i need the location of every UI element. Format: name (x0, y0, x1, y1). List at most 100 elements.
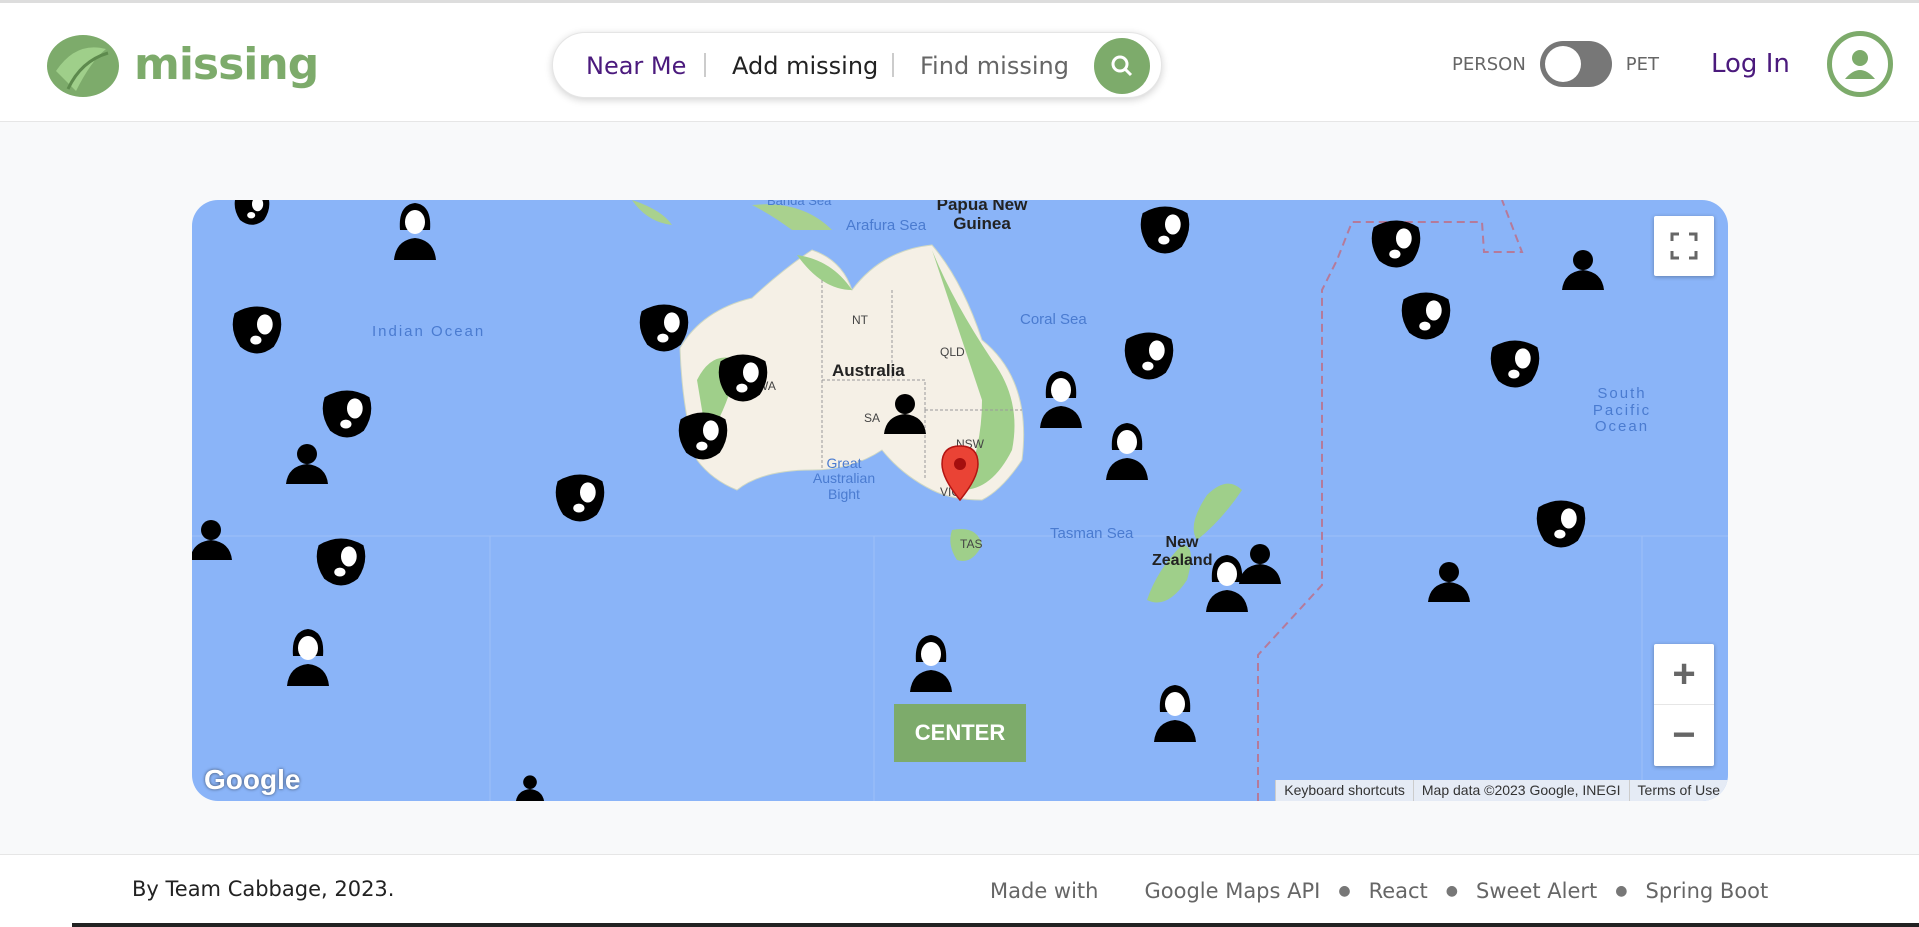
tech-google-maps[interactable]: Google Maps API (1144, 879, 1320, 903)
woman-icon (1040, 371, 1082, 428)
person-marker[interactable] (392, 200, 438, 267)
sa-label: SA (864, 411, 881, 425)
person-marker[interactable] (1038, 368, 1084, 435)
tech-react[interactable]: React (1369, 879, 1428, 903)
pet-marker[interactable] (712, 350, 774, 411)
dog-icon (718, 354, 768, 402)
footer-credit: By Team Cabbage, 2023. (132, 877, 395, 901)
person-marker[interactable] (1104, 420, 1150, 487)
pet-marker[interactable] (310, 534, 372, 595)
tech-spring-boot[interactable]: Spring Boot (1645, 879, 1768, 903)
great-australian-bight-label: Great Australian Bight (812, 455, 876, 502)
pet-marker[interactable] (226, 302, 288, 363)
banda-sea-label: Banda Sea (767, 200, 832, 208)
person-marker[interactable] (1152, 682, 1198, 749)
login-link[interactable]: Log In (1711, 49, 1790, 79)
man-icon (1239, 544, 1281, 584)
pet-marker[interactable] (1365, 216, 1427, 277)
pet-marker[interactable] (1395, 288, 1457, 349)
person-marker[interactable] (285, 626, 331, 693)
person-marker[interactable] (1237, 542, 1283, 591)
bullet: ● (1615, 883, 1628, 899)
near-me-link[interactable]: Near Me (586, 52, 686, 80)
coral-sea-label: Coral Sea (1020, 311, 1087, 328)
map-attribution: Keyboard shortcuts Map data ©2023 Google… (1275, 780, 1728, 801)
person-marker[interactable] (284, 442, 330, 491)
zoom-in-button[interactable]: + (1654, 644, 1714, 705)
pet-marker[interactable] (1484, 336, 1546, 397)
center-button[interactable]: CENTER (894, 704, 1026, 762)
toggle-person-label: PERSON (1452, 53, 1526, 75)
toggle-pet-label: PET (1625, 53, 1660, 75)
zoom-out-button[interactable]: − (1654, 705, 1714, 766)
search-button[interactable] (1094, 38, 1150, 94)
fullscreen-icon (1670, 232, 1698, 260)
pet-marker[interactable] (227, 200, 277, 233)
woman-icon (1154, 685, 1196, 742)
toggle-knob (1544, 46, 1581, 82)
woman-icon (1106, 423, 1148, 480)
bullet: ● (1445, 883, 1459, 899)
pet-marker[interactable] (1118, 328, 1180, 389)
footer: By Team Cabbage, 2023. Made with Google … (0, 854, 1919, 927)
terms-of-use-link[interactable]: Terms of Use (1628, 780, 1728, 801)
header: missing Near Me Add missing Find missing… (0, 0, 1919, 122)
tasman-sea-label: Tasman Sea (1050, 525, 1134, 542)
current-location-pin[interactable] (940, 444, 980, 507)
pet-marker[interactable] (549, 470, 611, 531)
map[interactable]: Indian Ocean South Pacific Ocean Coral S… (192, 200, 1728, 801)
pet-marker[interactable] (316, 386, 378, 447)
person-marker[interactable] (882, 392, 928, 441)
dog-icon (1371, 220, 1421, 268)
search-icon (1111, 55, 1133, 77)
person-pet-toggle[interactable] (1539, 41, 1612, 87)
tech-sweet-alert[interactable]: Sweet Alert (1476, 879, 1597, 903)
search-nav-bar: Near Me Add missing Find missing (552, 32, 1162, 98)
footer-tech-list: Made with Google Maps API ● React ● Swee… (990, 879, 1768, 903)
woman-icon (394, 203, 436, 260)
nz-label: New Zealand (1152, 534, 1213, 569)
dog-icon (1140, 206, 1190, 254)
woman-icon (287, 629, 329, 686)
dog-icon (555, 474, 605, 522)
person-marker[interactable] (1426, 560, 1472, 609)
qld-label: QLD (940, 345, 965, 359)
person-marker[interactable] (192, 518, 234, 567)
user-icon (1845, 50, 1875, 79)
map-pin-icon (941, 445, 979, 502)
dog-icon (234, 200, 270, 225)
man-icon (884, 394, 926, 434)
bullet: ● (1338, 883, 1351, 899)
logo-text: missing (134, 38, 319, 90)
find-missing-input[interactable]: Find missing (920, 52, 1069, 80)
pet-marker[interactable] (1134, 202, 1196, 263)
tas-label: TAS (960, 537, 983, 551)
person-pet-toggle-group: PERSON PET (1452, 41, 1659, 87)
fullscreen-button[interactable] (1654, 216, 1714, 276)
pet-marker[interactable] (1530, 496, 1592, 557)
australia-label: Australia (832, 361, 905, 380)
add-missing-link[interactable]: Add missing (732, 52, 878, 80)
person-marker[interactable] (510, 774, 550, 801)
dog-icon (639, 304, 689, 352)
keyboard-shortcuts-link[interactable]: Keyboard shortcuts (1275, 780, 1413, 801)
map-data-text: Map data ©2023 Google, INEGI (1412, 780, 1629, 801)
scrollbar[interactable] (72, 923, 1919, 927)
nt-label: NT (852, 313, 868, 327)
dog-icon (316, 538, 366, 586)
cabbage-logo-icon (47, 35, 119, 97)
south-pacific-label: South Pacific Ocean (1592, 385, 1652, 435)
dog-icon (678, 412, 728, 460)
avatar[interactable] (1827, 31, 1893, 97)
divider (704, 53, 706, 77)
man-icon (192, 520, 232, 560)
logo[interactable]: missing (46, 31, 319, 97)
man-icon (1562, 250, 1604, 290)
pet-marker[interactable] (672, 408, 734, 469)
pet-marker[interactable] (633, 300, 695, 361)
person-marker[interactable] (908, 632, 954, 699)
google-logo: Google (204, 764, 301, 795)
indian-ocean-label: Indian Ocean (372, 323, 486, 340)
person-marker[interactable] (1560, 248, 1606, 297)
zoom-controls: + − (1654, 644, 1714, 766)
